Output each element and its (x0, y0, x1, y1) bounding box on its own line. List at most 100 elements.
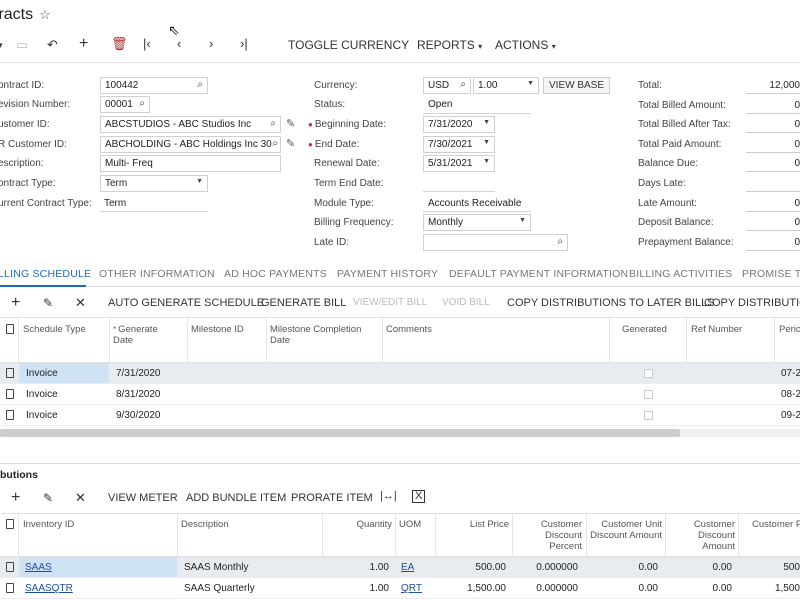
chevron-down-icon[interactable]: ▼ (483, 119, 490, 126)
edit-row-icon[interactable]: ✎ (43, 296, 53, 310)
chevron-down-icon[interactable]: ▼ (483, 139, 490, 146)
search-icon[interactable]: ⌕ (272, 138, 278, 149)
tab-default-payment-information[interactable]: DEFAULT PAYMENT INFORMATION (449, 268, 628, 280)
cell-schedule-type[interactable]: Invoice (26, 368, 58, 379)
col-customer-discount-amount[interactable]: Customer Discount Amount (665, 519, 735, 552)
tab-promise-to[interactable]: PROMISE TO (742, 268, 800, 280)
tab-payment-history[interactable]: PAYMENT HISTORY (337, 268, 438, 280)
generated-checkbox[interactable] (644, 411, 653, 420)
void-bill-button[interactable]: VOID BILL (442, 297, 490, 308)
view-meter-button[interactable]: VIEW METER (108, 492, 178, 504)
col-customer-discount-percent[interactable]: Customer Discount Percent (512, 519, 582, 552)
next-record-icon[interactable]: › (209, 36, 213, 51)
cell-discount-percent[interactable]: 0.000000 (512, 562, 578, 573)
horizontal-scrollbar-thumb[interactable] (0, 429, 680, 437)
reports-menu[interactable]: REPORTS ▾ (417, 38, 482, 52)
toggle-currency-button[interactable]: TOGGLE CURRENCY (288, 38, 409, 52)
delete-row-icon[interactable]: ✕ (75, 490, 86, 506)
delete-icon[interactable]: 🗑 (111, 36, 128, 52)
save-icon[interactable]: ▭ (16, 37, 28, 53)
add-icon[interactable]: + (79, 35, 88, 53)
cell-list-price[interactable]: 1,500.00 (435, 583, 506, 594)
copy-distributions-later-button[interactable]: COPY DISTRIBUTIONS TO LATER BILLS (507, 297, 715, 309)
tab-billing-schedule[interactable]: LLING SCHEDULE (0, 268, 91, 280)
cell-discount-amount[interactable]: 0.00 (665, 562, 732, 573)
cell-generate-date[interactable]: 8/31/2020 (116, 389, 161, 400)
actions-menu[interactable]: ACTIONS ▾ (495, 38, 556, 52)
generated-checkbox[interactable] (644, 369, 653, 378)
add-row-icon[interactable]: + (11, 489, 20, 507)
col-uom[interactable]: UOM (399, 519, 421, 530)
table-row[interactable]: Invoice 8/31/2020 08-2 (0, 384, 800, 405)
tab-ad-hoc-payments[interactable]: AD HOC PAYMENTS (224, 268, 327, 280)
table-row[interactable]: SAAS SAAS Monthly 1.00 EA 500.00 0.00000… (0, 557, 800, 578)
edit-pencil-icon[interactable]: ✎ (286, 117, 295, 130)
col-ref-number[interactable]: Ref Number (691, 324, 742, 335)
view-base-button[interactable]: VIEW BASE (543, 77, 611, 94)
end-date-input[interactable]: 7/30/2021 ▼ (423, 136, 495, 153)
search-icon[interactable]: ⌕ (270, 118, 276, 129)
favorite-star-icon[interactable]: ☆ (39, 7, 51, 22)
tab-billing-activities[interactable]: BILLING ACTIVITIES (629, 268, 732, 280)
currency-input[interactable]: USD ⌕ (423, 77, 471, 94)
cell-description[interactable]: SAAS Quarterly (184, 583, 255, 594)
cell-period[interactable]: 08-2 (781, 389, 800, 400)
cell-quantity[interactable]: 1.00 (322, 583, 389, 594)
col-schedule-type[interactable]: Schedule Type (23, 324, 86, 335)
generated-checkbox[interactable] (644, 390, 653, 399)
cell-description[interactable]: SAAS Monthly (184, 562, 248, 573)
cell-inventory-id-link[interactable]: SAASQTR (25, 583, 73, 594)
delete-row-icon[interactable]: ✕ (75, 295, 86, 311)
edit-row-icon[interactable]: ✎ (43, 491, 53, 505)
chevron-down-icon[interactable]: ▾ (0, 38, 3, 54)
col-quantity[interactable]: Quantity (322, 519, 392, 530)
col-generate-date[interactable]: * Generate Date (113, 324, 173, 346)
prorate-item-button[interactable]: PRORATE ITEM (291, 492, 373, 504)
cell-customer-p[interactable]: 500 (738, 562, 800, 573)
search-icon[interactable]: ⌕ (460, 79, 466, 90)
cell-generate-date[interactable]: 9/30/2020 (116, 410, 161, 421)
contract-type-select[interactable]: Term ▼ (100, 175, 208, 192)
table-row[interactable]: Invoice 7/31/2020 07-2 (0, 363, 800, 384)
cell-list-price[interactable]: 500.00 (435, 562, 506, 573)
col-milestone-completion-date[interactable]: Milestone Completion Date (270, 324, 370, 346)
copy-distribution-button[interactable]: COPY DISTRIBUTION (704, 297, 800, 309)
search-icon[interactable]: ⌕ (139, 98, 145, 109)
cell-unit-discount[interactable]: 0.00 (586, 583, 658, 594)
cell-discount-percent[interactable]: 0.000000 (512, 583, 578, 594)
col-comments[interactable]: Comments (386, 324, 432, 335)
cell-schedule-type[interactable]: Invoice (26, 410, 58, 421)
search-icon[interactable]: ⌕ (197, 79, 203, 90)
col-inventory-id[interactable]: Inventory ID (23, 519, 74, 530)
currency-rate-select[interactable]: 1.00 ▼ (473, 77, 539, 94)
col-generated[interactable]: Generated (622, 324, 667, 335)
beginning-date-input[interactable]: 7/31/2020 ▼ (423, 116, 495, 133)
customer-id-input[interactable]: ABCSTUDIOS - ABC Studios Inc ⌕ (100, 116, 281, 133)
contract-id-input[interactable]: 100442 ⌕ (100, 77, 208, 94)
cell-schedule-type[interactable]: Invoice (26, 389, 58, 400)
col-customer-unit-discount-amount[interactable]: Customer Unit Discount Amount (586, 519, 662, 541)
renewal-date-input[interactable]: 5/31/2021 ▼ (423, 155, 495, 172)
fit-columns-icon[interactable]: |↔| (380, 490, 397, 502)
tab-other-information[interactable]: OTHER INFORMATION (99, 268, 215, 280)
document-icon[interactable] (6, 389, 14, 399)
cell-generate-date[interactable]: 7/31/2020 (116, 368, 161, 379)
col-list-price[interactable]: List Price (435, 519, 509, 530)
add-bundle-item-button[interactable]: ADD BUNDLE ITEM (186, 492, 286, 504)
revision-number-input[interactable]: 00001 ⌕ (100, 96, 150, 113)
last-record-icon[interactable]: ›| (240, 36, 248, 51)
first-record-icon[interactable]: |‹ (143, 36, 151, 51)
col-milestone-id[interactable]: Milestone ID (191, 324, 244, 335)
cell-customer-p[interactable]: 1,500 (738, 583, 800, 594)
cell-period[interactable]: 07-2 (781, 368, 800, 379)
table-row[interactable]: SAASQTR SAAS Quarterly 1.00 QRT 1,500.00… (0, 578, 800, 599)
auto-generate-schedule-button[interactable]: AUTO GENERATE SCHEDULE (108, 297, 264, 309)
add-row-icon[interactable]: + (11, 294, 20, 312)
document-icon[interactable] (6, 562, 14, 572)
cell-uom-link[interactable]: EA (401, 562, 414, 573)
edit-pencil-icon[interactable]: ✎ (286, 137, 295, 150)
document-icon[interactable] (6, 368, 14, 378)
undo-icon[interactable]: ↶ (47, 37, 58, 53)
export-excel-icon[interactable]: X (412, 490, 426, 503)
description-input[interactable]: Multi- Freq (100, 155, 281, 172)
